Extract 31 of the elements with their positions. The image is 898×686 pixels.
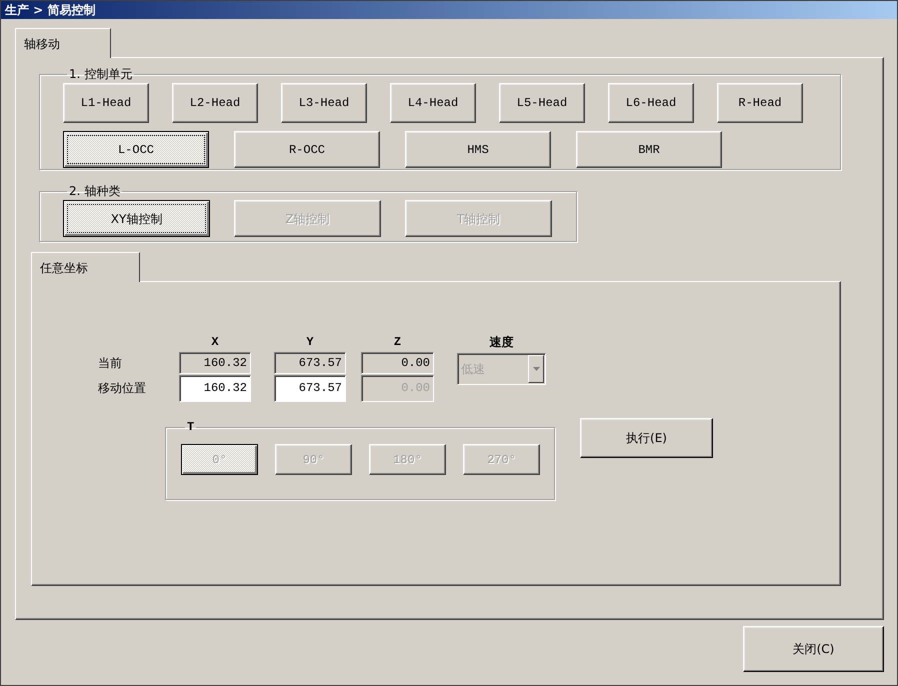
close-button[interactable]: 关闭(C) bbox=[743, 626, 884, 672]
unit-button[interactable]: L3-Head bbox=[281, 83, 367, 123]
unit-button[interactable]: R-Head bbox=[717, 83, 803, 123]
column-header: Z bbox=[392, 334, 402, 351]
row-label: 当前 bbox=[98, 355, 123, 372]
current-value-field[interactable]: 0.00 bbox=[361, 352, 434, 374]
tab[interactable]: 轴移动 bbox=[15, 28, 111, 58]
speed-label: 速度 bbox=[488, 334, 514, 351]
unit-button[interactable]: R-OCC bbox=[234, 131, 380, 168]
column-header: Y bbox=[305, 334, 315, 351]
target-position-field[interactable]: 160.32 bbox=[179, 374, 251, 402]
unit-button[interactable]: L-OCC bbox=[63, 131, 209, 168]
axis-button[interactable]: XY轴控制 bbox=[63, 200, 210, 237]
unit-button[interactable]: L5-Head bbox=[499, 83, 585, 123]
group-title: 2. 轴种类 bbox=[68, 185, 122, 197]
group-title: T bbox=[186, 421, 196, 433]
unit-button[interactable]: L2-Head bbox=[172, 83, 258, 123]
tab[interactable]: 任意坐标 bbox=[31, 252, 140, 282]
current-value-field[interactable]: 160.32 bbox=[179, 352, 251, 374]
unit-button[interactable]: L1-Head bbox=[63, 83, 149, 123]
execute-button[interactable]: 执行(E) bbox=[580, 418, 713, 458]
unit-button[interactable]: L6-Head bbox=[608, 83, 694, 123]
row-label: 移动位置 bbox=[98, 380, 147, 397]
unit-button[interactable]: HMS bbox=[405, 131, 551, 168]
column-header: X bbox=[210, 334, 220, 351]
unit-button[interactable]: L4-Head bbox=[390, 83, 476, 123]
window-title: 生产 > 简易控制 bbox=[1, 1, 897, 19]
target-position-field[interactable]: 673.57 bbox=[274, 374, 346, 402]
current-value-field[interactable]: 673.57 bbox=[274, 352, 346, 374]
unit-button[interactable]: BMR bbox=[576, 131, 722, 168]
group-title: 1. 控制单元 bbox=[68, 68, 134, 80]
